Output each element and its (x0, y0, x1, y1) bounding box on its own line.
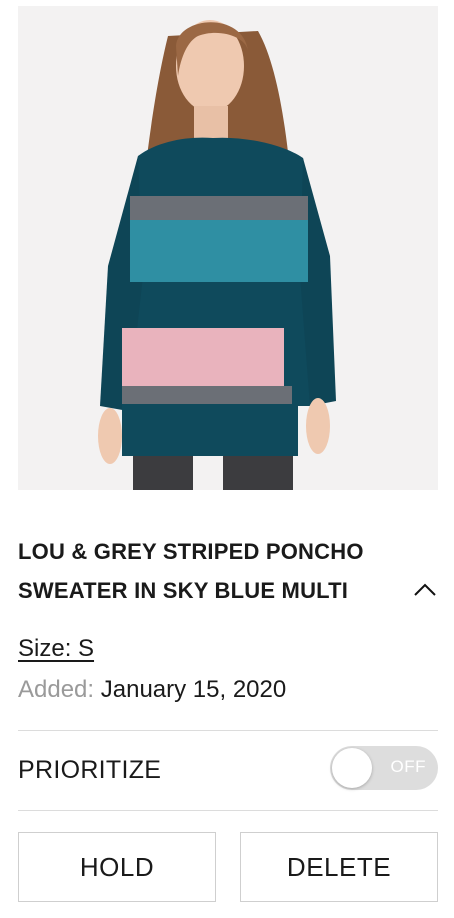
size-link[interactable]: Size: S (18, 635, 94, 663)
chevron-up-icon (414, 583, 436, 596)
divider (18, 810, 438, 811)
divider (18, 730, 438, 731)
product-title-row: LOU & GREY STRIPED PONCHO SWEATER IN SKY… (18, 532, 438, 612)
prioritize-toggle[interactable]: OFF (330, 746, 438, 790)
collapse-details-button[interactable] (412, 578, 438, 602)
added-label: Added: (18, 676, 95, 703)
toggle-state-text: OFF (390, 757, 426, 776)
prioritize-label: PRIORITIZE (18, 756, 162, 784)
product-title: LOU & GREY STRIPED PONCHO SWEATER IN SKY… (18, 532, 398, 610)
toggle-knob (332, 748, 372, 788)
delete-button[interactable]: DELETE (240, 832, 438, 902)
added-date: Added: January 15, 2020 (18, 676, 286, 704)
product-title-line-2: SWEATER IN SKY BLUE MULTI (18, 578, 349, 603)
product-photo (18, 6, 438, 490)
hold-button[interactable]: HOLD (18, 832, 216, 902)
added-value: January 15, 2020 (100, 676, 287, 703)
product-image[interactable] (18, 6, 438, 490)
product-title-line-1: LOU & GREY STRIPED PONCHO (18, 539, 364, 564)
